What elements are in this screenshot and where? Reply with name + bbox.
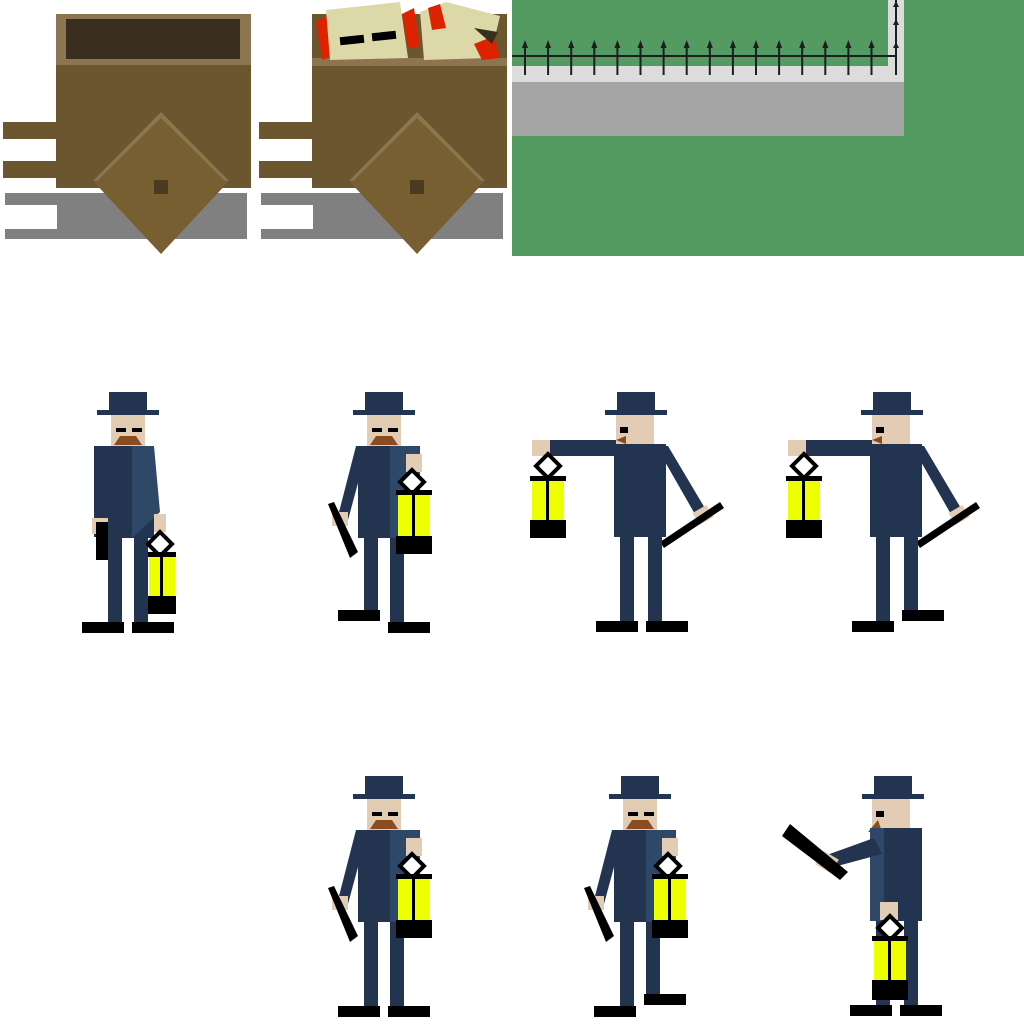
- leg: [364, 538, 378, 616]
- lantern: [652, 851, 688, 938]
- coat-body: [870, 444, 922, 537]
- fence-picket: [593, 44, 596, 75]
- eye: [116, 428, 126, 432]
- wooden-cart-with-papers: [259, 2, 507, 254]
- leg: [364, 922, 378, 1006]
- white-gap: [5, 205, 57, 229]
- lamplighter-walk-front: [328, 392, 432, 633]
- leg: [620, 922, 634, 1006]
- lantern: [396, 467, 432, 554]
- cart-handle-lower: [3, 161, 59, 178]
- boot: [596, 621, 638, 632]
- white-gap: [261, 205, 313, 229]
- lamplighter-reach-left: [530, 392, 724, 632]
- eye: [132, 428, 142, 432]
- fence-picket: [570, 44, 573, 75]
- leg: [876, 537, 890, 621]
- leg: [108, 538, 122, 622]
- paper-sheet: [326, 2, 408, 60]
- lamplighter-reach-left-step: [786, 392, 980, 632]
- eye: [372, 428, 382, 432]
- fence-picket: [685, 44, 688, 75]
- wheel-hub: [410, 180, 424, 194]
- lamplighter-walk-front-alt: [328, 776, 432, 1017]
- cart-handle-upper: [3, 122, 59, 139]
- boot: [900, 1005, 942, 1016]
- leg: [134, 538, 148, 622]
- lamplighter-raise-pole: [782, 776, 942, 1016]
- boot: [388, 622, 430, 633]
- eye: [644, 812, 654, 816]
- fence-picket: [870, 44, 873, 75]
- boot: [388, 1006, 430, 1017]
- fence-picket: [639, 44, 642, 75]
- eye: [876, 811, 884, 817]
- leg: [648, 537, 662, 621]
- boot: [132, 622, 174, 633]
- lantern: [145, 529, 176, 614]
- park-path-with-iron-fence: [512, 0, 1024, 256]
- lamplighter-walk-front-step: [584, 776, 688, 1017]
- cart-hollow: [66, 19, 240, 59]
- pole: [96, 522, 108, 560]
- eye: [628, 812, 638, 816]
- fence-picket: [708, 44, 711, 75]
- fence-picket: [731, 44, 734, 75]
- leg: [904, 537, 918, 613]
- fence-rail: [512, 55, 896, 57]
- boot: [646, 621, 688, 632]
- fence-picket: [524, 44, 526, 75]
- fence-picket: [547, 44, 550, 75]
- fence-post-vertical: [895, 0, 897, 75]
- eye: [388, 428, 398, 432]
- arm-extended: [546, 440, 616, 456]
- lantern: [530, 451, 566, 538]
- cart-handle-upper: [259, 122, 315, 139]
- path-dark: [512, 82, 904, 136]
- sprite-sheet: [0, 0, 1024, 1024]
- lantern: [872, 913, 908, 1000]
- eye: [876, 427, 884, 433]
- fence-picket: [778, 44, 781, 75]
- fence-picket: [847, 44, 850, 75]
- empty-wooden-cart: [3, 14, 251, 254]
- sprite-sheet-canvas: [3, 0, 1024, 1017]
- boot: [644, 994, 686, 1005]
- fence-picket: [801, 44, 804, 75]
- boot: [594, 1006, 636, 1017]
- arm-extended: [802, 440, 872, 456]
- boot: [850, 1005, 892, 1016]
- fence-picket: [616, 44, 619, 75]
- lantern: [786, 451, 822, 538]
- fence-picket: [662, 44, 665, 75]
- eye: [388, 812, 398, 816]
- boot: [338, 1006, 380, 1017]
- cart-handle-lower: [259, 161, 315, 178]
- boot: [338, 610, 380, 621]
- eye: [620, 427, 628, 433]
- wheel-hub: [154, 180, 168, 194]
- eye: [372, 812, 382, 816]
- lantern: [396, 851, 432, 938]
- leg: [620, 537, 634, 621]
- fence-picket: [824, 44, 827, 75]
- fence-picket: [755, 44, 757, 75]
- boot: [852, 621, 894, 632]
- coat-body: [614, 444, 666, 537]
- boot: [902, 610, 944, 621]
- lamplighter-idle-front: [82, 392, 176, 633]
- boot: [82, 622, 124, 633]
